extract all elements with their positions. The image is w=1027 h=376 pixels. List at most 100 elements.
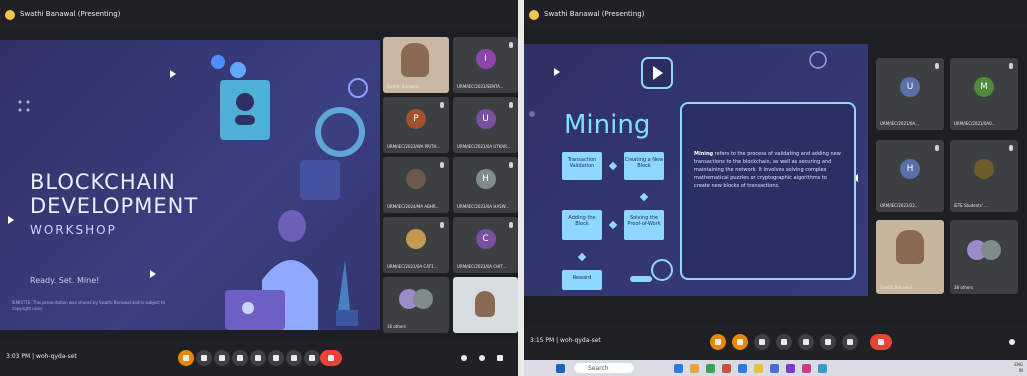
others-tile[interactable]: 16 others xyxy=(383,277,449,333)
participant-tile[interactable]: H URM/IEC/2023/22... xyxy=(876,140,944,212)
others-tile[interactable]: 38 others xyxy=(950,220,1018,294)
info-icon[interactable] xyxy=(456,350,472,366)
folder-icon[interactable] xyxy=(690,364,699,373)
slide-title-line1: BLOCKCHAIN xyxy=(30,170,176,194)
participant-name: IETE Students' ... xyxy=(954,203,988,208)
participant-name: Swathi Banawal xyxy=(880,285,912,290)
description-text: Mining refers to the process of validati… xyxy=(694,150,844,190)
mic-button[interactable] xyxy=(710,334,726,350)
participant-tile[interactable]: IETE Students' ... xyxy=(950,140,1018,212)
self-view-tile[interactable] xyxy=(453,277,518,333)
avatar: I xyxy=(475,49,496,70)
taskbar-search[interactable]: Search xyxy=(574,363,634,373)
mic-off-icon xyxy=(1009,145,1013,151)
mic-off-icon xyxy=(509,162,513,168)
windows-taskbar: Search ENG IN xyxy=(524,360,1027,376)
meeting-controls-bar: 3:15 PM | woh-qyda-set xyxy=(524,324,1027,360)
flow-step: Reward xyxy=(562,270,602,290)
app-icon[interactable] xyxy=(802,364,811,373)
emoji-button[interactable] xyxy=(232,350,248,366)
participant-name: URM/IEC/2023/WA PRITH... xyxy=(387,144,441,149)
flow-step: Adding the Block xyxy=(562,210,602,240)
chrome-icon[interactable] xyxy=(754,364,763,373)
participant-name: URM/IEC/2023/0A HASW... xyxy=(457,204,510,209)
region-code: IN xyxy=(1018,368,1023,373)
participant-tile[interactable]: U URM/IEC/2021/0A... xyxy=(876,58,944,130)
participant-name: URM/IEC/2023/SENTA... xyxy=(457,84,504,89)
meeting-controls-bar: 3:03 PM | woh-qyda-set xyxy=(0,340,518,376)
slide-title: BLOCKCHAIN DEVELOPMENT WORKSHOP xyxy=(30,170,198,242)
meeting-time: 3:15 PM xyxy=(530,337,555,344)
activities-button[interactable] xyxy=(304,350,320,366)
chat-icon[interactable] xyxy=(492,350,508,366)
participant-tile[interactable]: H URM/IEC/2023/0A HASW... xyxy=(453,157,518,213)
mic-off-icon xyxy=(509,102,513,108)
raise-hand-button[interactable] xyxy=(268,350,284,366)
participant-name: 38 others xyxy=(954,285,974,290)
participant-name: 16 others xyxy=(387,324,407,329)
app-icon[interactable] xyxy=(786,364,795,373)
captions-button[interactable] xyxy=(214,350,230,366)
participant-tile[interactable]: URM/IEC/2024/MA ABHR... xyxy=(383,157,449,213)
camera-button[interactable] xyxy=(732,334,748,350)
participant-tile[interactable]: Swathi Banawal xyxy=(876,220,944,294)
app-icon[interactable] xyxy=(770,364,779,373)
present-button[interactable] xyxy=(250,350,266,366)
slide-title: Mining xyxy=(564,110,651,140)
mic-off-icon xyxy=(1009,63,1013,69)
present-button[interactable] xyxy=(798,334,814,350)
mic-off-icon xyxy=(509,222,513,228)
participant-tile[interactable]: Swathi Banawal xyxy=(383,37,449,93)
windows-start-icon[interactable] xyxy=(556,364,565,373)
participant-name: URM/IEC/2021/0A... xyxy=(880,121,919,126)
presenting-title: Swathi Banawal (Presenting) xyxy=(544,10,645,18)
meet-logo-icon xyxy=(529,10,539,20)
edge-icon[interactable] xyxy=(738,364,747,373)
avatar: U xyxy=(475,109,496,130)
people-icon[interactable] xyxy=(474,350,490,366)
meeting-info: 3:03 PM | woh-qyda-set xyxy=(6,353,77,360)
flow-step: Solving the Proof-of-Work xyxy=(624,210,664,240)
participant-tile[interactable]: P URM/IEC/2023/WA PRITH... xyxy=(383,97,449,153)
end-call-button[interactable] xyxy=(870,334,892,350)
flow-step: Transaction Validation xyxy=(562,152,602,180)
end-call-button[interactable] xyxy=(320,350,342,366)
participant-name: Swathi Banawal xyxy=(387,84,419,89)
more-options-button[interactable] xyxy=(286,350,302,366)
avatar: C xyxy=(475,229,496,250)
presentation-note: IEMISTTE: This presentation was shared b… xyxy=(12,300,166,311)
app-icon[interactable] xyxy=(722,364,731,373)
app-icon[interactable] xyxy=(674,364,683,373)
mic-off-icon xyxy=(440,222,444,228)
participant-tile[interactable]: C URM/IEC/2023/0A CHIT... xyxy=(453,217,518,273)
mic-off-icon xyxy=(935,63,939,69)
avatar xyxy=(412,289,433,310)
raise-hand-button[interactable] xyxy=(820,334,836,350)
participant-tile[interactable]: I URM/IEC/2023/SENTA... xyxy=(453,37,518,93)
emoji-button[interactable] xyxy=(776,334,792,350)
taskbar-language[interactable]: ENG IN xyxy=(1014,362,1023,374)
slide-title-line3: WORKSHOP xyxy=(30,223,117,237)
participant-tile[interactable]: M URM/IEC/2021/0A0... xyxy=(950,58,1018,130)
mic-button[interactable] xyxy=(178,350,194,366)
participant-video xyxy=(896,230,924,264)
meeting-code: woh-qyda-set xyxy=(36,353,77,360)
app-icon[interactable] xyxy=(818,364,827,373)
mic-off-icon xyxy=(440,162,444,168)
participant-tile[interactable]: URM/IEC/2021/0A CAT1... xyxy=(383,217,449,273)
slide-title-line2: DEVELOPMENT xyxy=(30,194,199,218)
mic-off-icon xyxy=(440,102,444,108)
avatar: M xyxy=(974,76,994,97)
app-icon[interactable] xyxy=(706,364,715,373)
presentation-slide: BLOCKCHAIN DEVELOPMENT WORKSHOP Ready. S… xyxy=(0,40,380,330)
more-options-button[interactable] xyxy=(842,334,858,350)
meeting-code: woh-qyda-set xyxy=(560,337,601,344)
participant-tile[interactable]: U URM/IEC/2021/0A UTKAR... xyxy=(453,97,518,153)
meet-logo-icon xyxy=(5,10,15,20)
presenting-title: Swathi Banawal (Presenting) xyxy=(20,10,121,18)
participant-video xyxy=(401,43,429,77)
camera-button[interactable] xyxy=(196,350,212,366)
info-icon[interactable] xyxy=(1004,334,1020,350)
avatar: H xyxy=(900,158,920,179)
captions-button[interactable] xyxy=(754,334,770,350)
